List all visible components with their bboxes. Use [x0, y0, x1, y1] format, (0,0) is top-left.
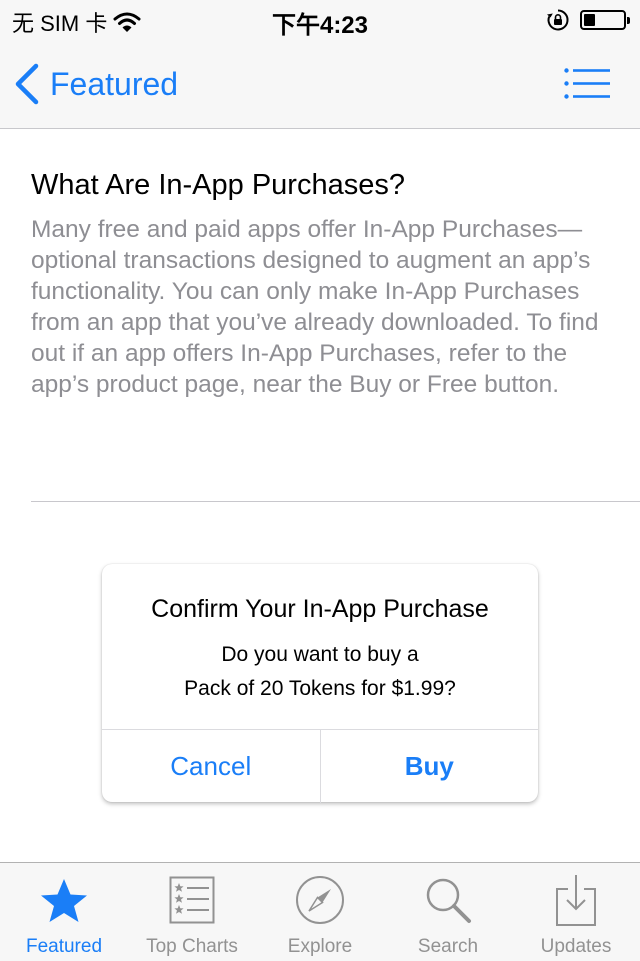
buy-button[interactable]: Buy [321, 730, 539, 803]
battery-icon [580, 10, 630, 30]
tab-label-top-charts: Top Charts [146, 936, 238, 957]
back-label: Featured [50, 65, 179, 102]
back-chevron-icon [15, 63, 39, 105]
list-icon [564, 68, 610, 99]
tab-label-featured: Featured [25, 936, 103, 957]
dialog-message-line1: Do you want to buy a [221, 643, 419, 666]
rotation-lock-icon [547, 9, 569, 31]
section-divider [31, 501, 640, 502]
tab-featured[interactable]: Featured [0, 863, 128, 961]
tab-label-updates: Updates [540, 936, 612, 957]
list-button[interactable] [564, 68, 610, 100]
back-button[interactable]: Featured [14, 62, 178, 106]
tab-label-search: Search [417, 936, 479, 957]
status-right [546, 8, 630, 32]
main-content: What Are In-App Purchases? Many free and… [0, 129, 640, 861]
navigation-bar: Featured [0, 40, 640, 129]
status-bar: 无 SIM 卡 下午4:23 [0, 0, 640, 40]
cancel-button[interactable]: Cancel [102, 730, 321, 803]
star-icon [41, 879, 87, 922]
tab-bar: Featured Top Charts Explore Search Updat… [0, 862, 640, 961]
article-body: Many free and paid apps offer In-App Pur… [31, 216, 599, 398]
top-charts-icon [169, 876, 215, 924]
tab-explore[interactable]: Explore [256, 863, 384, 961]
dialog-buttons: Cancel Buy [102, 729, 538, 803]
updates-icon [556, 875, 596, 926]
tab-label-explore: Explore [287, 936, 353, 957]
status-time: 下午4:23 [271, 12, 369, 39]
dialog-message-line2: Pack of 20 Tokens for $1.99? [184, 677, 456, 700]
tab-top-charts[interactable]: Top Charts [128, 863, 256, 961]
purchase-dialog: Confirm Your In-App Purchase Do you want… [102, 564, 538, 803]
search-icon [426, 878, 471, 923]
tab-search[interactable]: Search [384, 863, 512, 961]
battery-fill [584, 14, 595, 26]
article-title: What Are In-App Purchases? [31, 169, 405, 201]
dialog-title: Confirm Your In-App Purchase [151, 595, 489, 623]
compass-icon [296, 876, 344, 924]
dialog-message: Do you want to buy a Pack of 20 Tokens f… [102, 638, 538, 706]
tab-updates[interactable]: Updates [512, 863, 640, 961]
